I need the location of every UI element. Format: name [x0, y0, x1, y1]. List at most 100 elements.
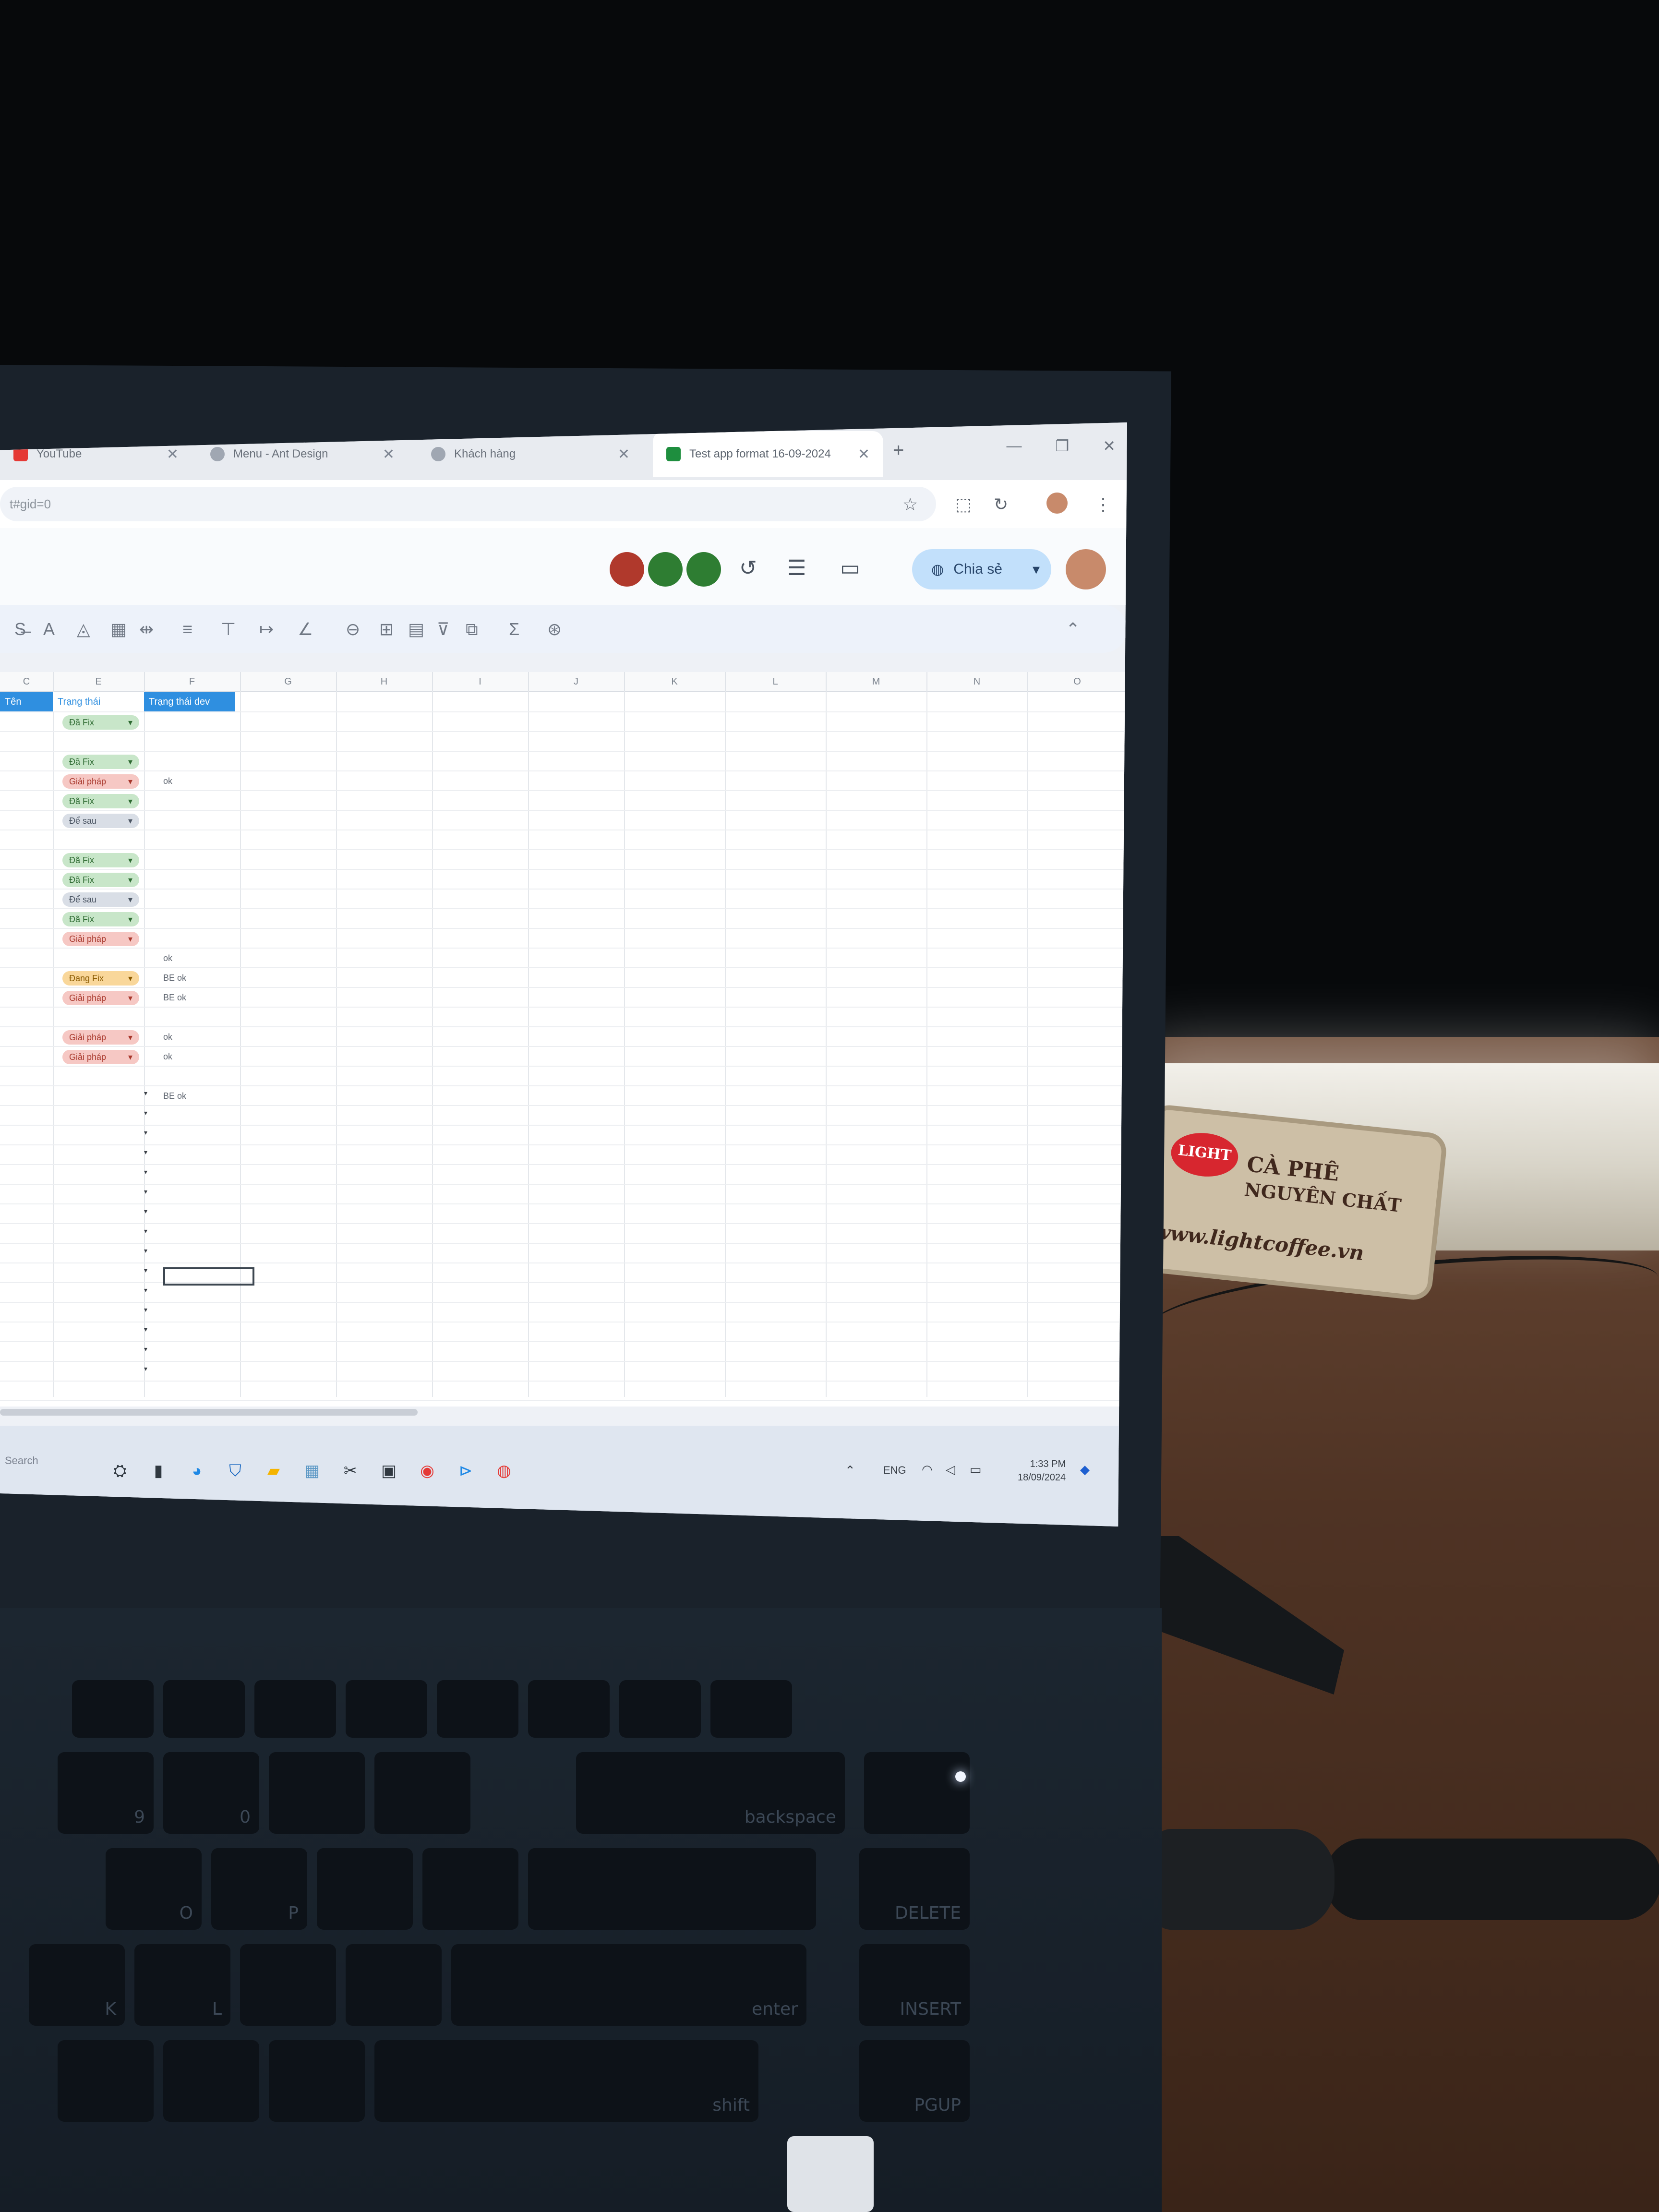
dropdown-arrow-icon[interactable]: ▾ [144, 1345, 147, 1353]
status-chip[interactable]: Đang Fix ▾ [62, 971, 139, 986]
minimize-button[interactable]: — [1007, 437, 1022, 455]
key-delete[interactable]: DELETE [859, 1848, 970, 1930]
text-color-icon[interactable]: A [43, 619, 55, 639]
key-power[interactable] [864, 1752, 970, 1834]
key-zero[interactable]: 0 [163, 1752, 259, 1834]
notification-bell-icon[interactable]: ◆ [1080, 1462, 1090, 1477]
language-indicator[interactable]: ENG [883, 1464, 906, 1477]
align-icon[interactable]: ≡ [182, 619, 192, 639]
comment-icon[interactable]: ⊞ [379, 619, 394, 639]
collaborator-avatar[interactable] [686, 552, 721, 587]
column-header[interactable]: L [725, 672, 827, 691]
close-icon[interactable]: ✕ [383, 446, 395, 463]
dropdown-arrow-icon[interactable]: ▾ [144, 1168, 147, 1176]
valign-icon[interactable]: ⊤ [221, 619, 236, 639]
key-f15[interactable] [619, 1680, 701, 1738]
taskbar-search[interactable]: Search [0, 1455, 91, 1483]
collapse-toolbar-icon[interactable]: ⌃ [1066, 619, 1080, 639]
close-icon[interactable]: ✕ [167, 446, 179, 463]
dropdown-arrow-icon[interactable]: ▾ [144, 1188, 147, 1196]
dropdown-arrow-icon[interactable]: ▾ [144, 1129, 147, 1137]
key-quote[interactable] [346, 1944, 442, 2026]
sync-icon[interactable]: ↻ [994, 494, 1008, 515]
key-f11[interactable] [254, 1680, 336, 1738]
key-o[interactable]: O [106, 1848, 202, 1930]
edge-icon[interactable]: ◕ [182, 1456, 211, 1485]
share-button[interactable]: ◍ Chia sẻ ▾ [912, 549, 1051, 589]
chevron-up-icon[interactable]: ⌃ [845, 1463, 855, 1478]
battery-icon[interactable]: ▭ [970, 1462, 982, 1477]
column-header[interactable]: E [53, 672, 145, 691]
key-period[interactable] [163, 2040, 259, 2122]
dropdown-arrow-icon[interactable]: ▾ [144, 1207, 147, 1215]
profile-avatar[interactable] [1046, 493, 1068, 514]
clock[interactable]: 1:33 PM 18/09/2024 [1018, 1457, 1066, 1484]
files-icon[interactable]: ▦ [298, 1456, 326, 1485]
spreadsheet-grid[interactable]: C E F G H I J K L M N O Tên Trạng thái T… [0, 672, 1127, 1407]
volume-icon[interactable]: ◁ [946, 1462, 955, 1477]
collaborator-avatar[interactable] [610, 552, 644, 587]
strikethrough-icon[interactable]: S̶ [14, 619, 26, 639]
dropdown-arrow-icon[interactable]: ▾ [144, 1247, 147, 1255]
key-f13[interactable] [437, 1680, 518, 1738]
key-nine[interactable]: 9 [58, 1752, 154, 1834]
terminal-icon[interactable]: ▣ [374, 1456, 403, 1485]
header-cell-status[interactable]: Trạng thái [53, 692, 144, 711]
vscode-icon[interactable]: ⊳ [451, 1456, 480, 1485]
key-enter[interactable]: enter [451, 1944, 806, 2026]
key-shift[interactable]: shift [374, 2040, 758, 2122]
history-icon[interactable]: ↺ [739, 556, 757, 580]
dev-note[interactable]: BE ok [163, 1091, 186, 1101]
app-icon[interactable]: ⛭ [106, 1456, 134, 1485]
dev-note[interactable]: ok [163, 953, 172, 963]
status-chip[interactable]: Để sau ▾ [62, 892, 139, 907]
status-chip[interactable]: Đã Fix ▾ [62, 715, 139, 730]
key-f10[interactable] [163, 1680, 245, 1738]
status-chip[interactable]: Để sau ▾ [62, 814, 139, 828]
table-view-icon[interactable]: ⧉ [466, 619, 478, 640]
snipping-icon[interactable]: ✂ [336, 1456, 365, 1485]
close-icon[interactable]: ✕ [858, 446, 870, 463]
key-f12[interactable] [346, 1680, 427, 1738]
key-insert[interactable]: INSERT [859, 1944, 970, 2026]
column-header[interactable]: I [432, 672, 529, 691]
status-chip[interactable]: Đã Fix ▾ [62, 755, 139, 769]
dropdown-arrow-icon[interactable]: ▾ [144, 1365, 147, 1373]
dropdown-arrow-icon[interactable]: ▾ [144, 1227, 147, 1235]
store-icon[interactable]: ⛉ [221, 1456, 250, 1485]
status-chip[interactable]: Đã Fix ▾ [62, 853, 139, 867]
key-pgup[interactable]: PGUP [859, 2040, 970, 2122]
dropdown-arrow-icon[interactable]: ▾ [144, 1266, 147, 1274]
meet-icon[interactable]: ▭ [840, 556, 860, 580]
status-chip[interactable]: Giải pháp ▾ [62, 774, 139, 789]
borders-icon[interactable]: ▦ [110, 619, 127, 639]
key-p[interactable]: P [211, 1848, 307, 1930]
status-chip[interactable]: Đã Fix ▾ [62, 873, 139, 887]
folder-icon[interactable]: ▰ [259, 1456, 288, 1485]
column-header[interactable]: G [240, 672, 337, 691]
dropdown-arrow-icon[interactable]: ▾ [144, 1109, 147, 1117]
dropdown-arrow-icon[interactable]: ▾ [144, 1148, 147, 1156]
key-backslash[interactable] [528, 1848, 816, 1930]
chrome-icon[interactable]: ◉ [413, 1456, 442, 1485]
key-f14[interactable] [528, 1680, 610, 1738]
link-icon[interactable]: ⊖ [346, 619, 360, 639]
extensions-icon[interactable]: ⬚ [955, 494, 972, 515]
column-header[interactable]: K [624, 672, 726, 691]
selected-cell[interactable] [163, 1267, 254, 1286]
collaborator-avatar[interactable] [648, 552, 683, 587]
column-header[interactable]: J [528, 672, 625, 691]
status-chip[interactable]: Đã Fix ▾ [62, 794, 139, 808]
dev-note[interactable]: BE ok [163, 993, 186, 1003]
status-chip[interactable]: Giải pháp ▾ [62, 1050, 139, 1064]
dev-note[interactable]: ok [163, 1032, 172, 1042]
dev-note[interactable]: BE ok [163, 973, 186, 983]
functions-icon[interactable]: Σ [509, 619, 519, 639]
key-minus[interactable] [269, 1752, 365, 1834]
filter-icon[interactable]: ⊽ [437, 619, 449, 639]
fill-color-icon[interactable]: ◬ [77, 619, 90, 639]
notification-app-icon[interactable]: ◍ [490, 1456, 518, 1485]
dev-note[interactable]: ok [163, 1052, 172, 1062]
column-header[interactable]: F [144, 672, 241, 691]
address-bar[interactable]: t#gid=0 [0, 487, 936, 521]
